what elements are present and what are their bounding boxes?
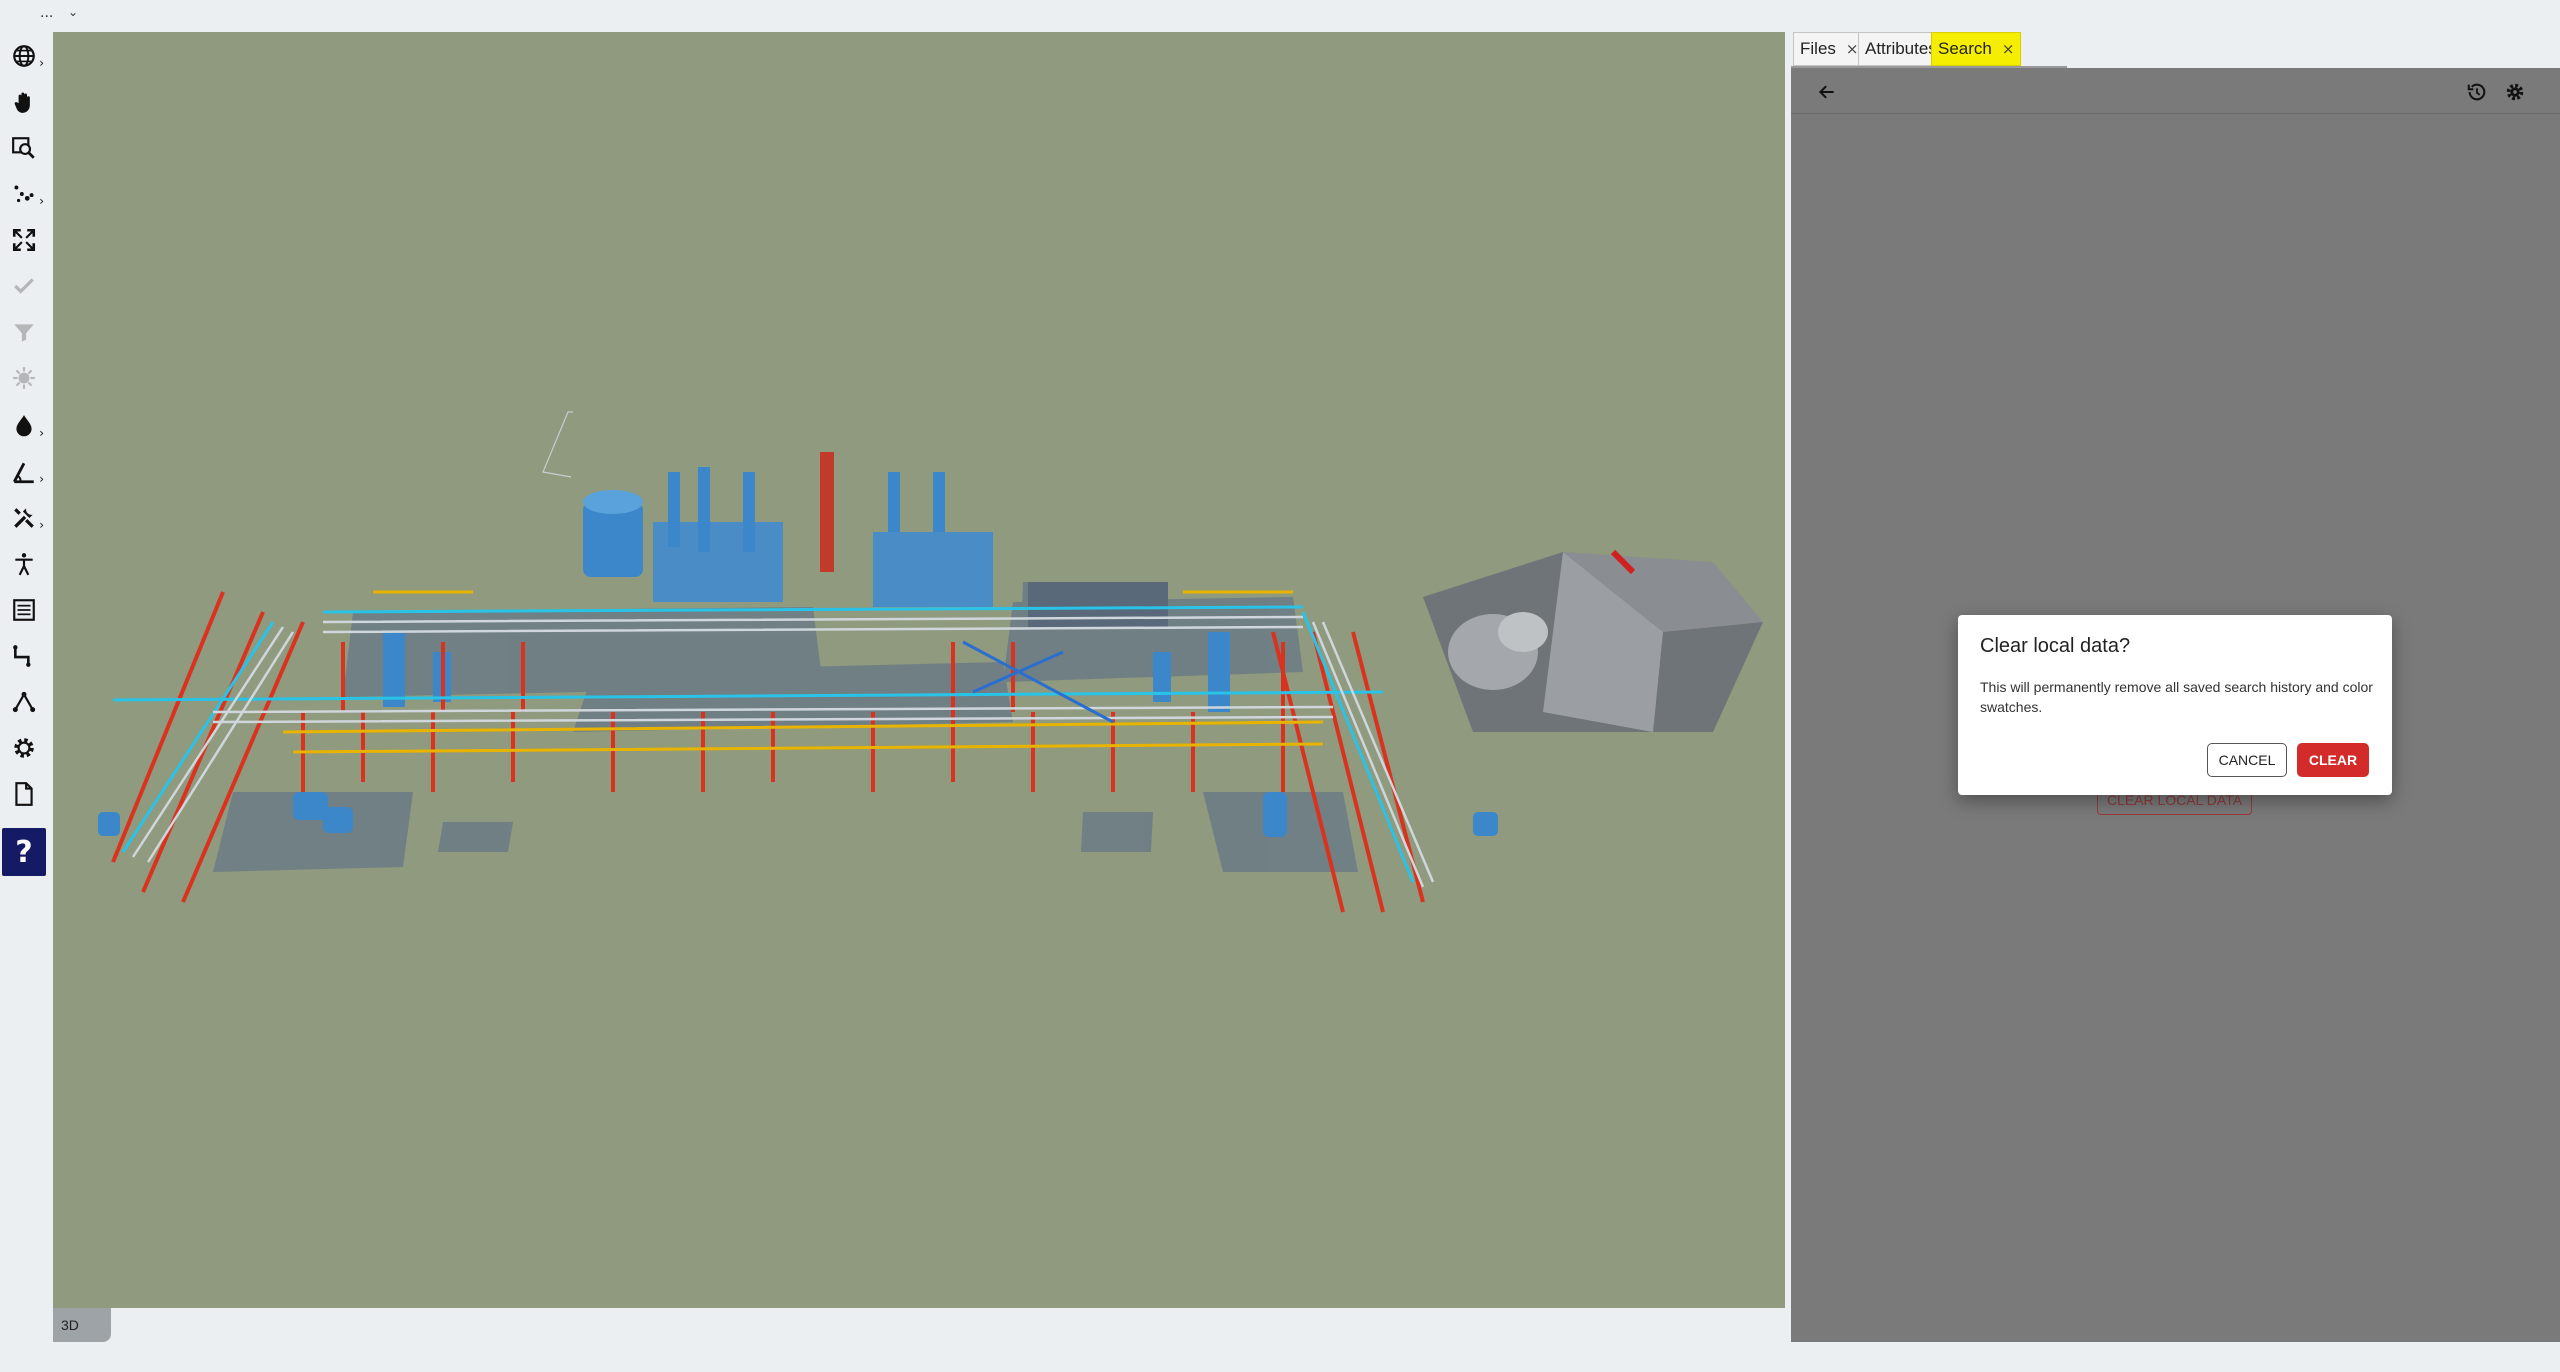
tool-filter[interactable] bbox=[4, 312, 44, 352]
globe-icon bbox=[13, 45, 35, 67]
3d-viewport[interactable] bbox=[53, 32, 1785, 1308]
status-strip bbox=[0, 1342, 2560, 1372]
tool-network[interactable] bbox=[4, 682, 44, 722]
list-icon bbox=[13, 599, 35, 621]
route-icon bbox=[13, 645, 31, 667]
panel-header bbox=[1791, 68, 2560, 114]
person-icon bbox=[15, 553, 33, 576]
history-button[interactable] bbox=[2461, 76, 2493, 108]
tool-globe[interactable]: › bbox=[4, 36, 44, 76]
submenu-chevron-icon: › bbox=[39, 426, 44, 440]
tab-search[interactable]: Search × bbox=[1931, 32, 2022, 66]
tool-starburst[interactable] bbox=[4, 358, 44, 398]
tool-fit-all[interactable] bbox=[4, 220, 44, 260]
tool-route[interactable] bbox=[4, 636, 44, 676]
help-button[interactable]: ? bbox=[2, 828, 46, 876]
tool-points[interactable]: › bbox=[4, 174, 44, 214]
panel-settings-button[interactable] bbox=[2499, 76, 2531, 108]
tools-icon bbox=[14, 508, 34, 528]
fit-all-icon bbox=[12, 228, 36, 252]
clear-button[interactable]: CLEAR bbox=[2297, 743, 2369, 777]
pan-hand-icon bbox=[14, 92, 30, 113]
tool-check[interactable] bbox=[4, 266, 44, 306]
zoom-window-icon bbox=[12, 137, 35, 159]
document-icon bbox=[15, 782, 33, 806]
submenu-chevron-icon: › bbox=[39, 472, 44, 486]
cancel-button[interactable]: CANCEL bbox=[2207, 743, 2287, 777]
tool-settings[interactable] bbox=[4, 728, 44, 768]
tool-tools[interactable]: › bbox=[4, 498, 44, 538]
gear-icon bbox=[2506, 83, 2524, 101]
back-button[interactable] bbox=[1811, 76, 1843, 108]
settings-gear-icon bbox=[14, 738, 34, 758]
top-bar: ... ⌄ bbox=[0, 0, 2560, 30]
tab-files[interactable]: Files × bbox=[1793, 32, 1866, 66]
tool-document[interactable] bbox=[4, 774, 44, 814]
tool-list[interactable] bbox=[4, 590, 44, 630]
plant-model-render[interactable] bbox=[53, 32, 1785, 1308]
filter-icon bbox=[14, 324, 34, 342]
view-mode-badge[interactable]: 3D bbox=[53, 1308, 111, 1342]
tool-color[interactable]: › bbox=[4, 406, 44, 446]
checkmark-icon bbox=[14, 278, 34, 294]
confirm-dialog: Clear local data? This will permanently … bbox=[1958, 615, 2392, 795]
panel-tabs: Files × Attributes Search × bbox=[1791, 32, 2560, 68]
tab-label: Files bbox=[1800, 39, 1836, 58]
left-toolbar: › › › › › ? bbox=[0, 32, 50, 1372]
chevron-down-icon[interactable]: ⌄ bbox=[68, 5, 78, 19]
help-label: ? bbox=[15, 834, 33, 870]
starburst-icon bbox=[13, 367, 35, 389]
history-icon bbox=[2467, 83, 2486, 101]
dialog-message: This will permanently remove all saved s… bbox=[1980, 679, 2373, 715]
close-icon[interactable]: × bbox=[1846, 40, 1859, 58]
points-icon bbox=[14, 185, 34, 203]
arrow-left-icon bbox=[1818, 85, 1834, 99]
submenu-chevron-icon: › bbox=[39, 194, 44, 208]
color-drop-icon bbox=[16, 415, 32, 437]
network-icon bbox=[12, 691, 36, 713]
overflow-menu[interactable]: ... bbox=[40, 4, 53, 22]
tab-label: Attributes bbox=[1865, 39, 1937, 58]
tool-person[interactable] bbox=[4, 544, 44, 584]
tab-label: Search bbox=[1938, 39, 1992, 58]
submenu-chevron-icon: › bbox=[39, 56, 44, 70]
submenu-chevron-icon: › bbox=[39, 518, 44, 532]
dialog-title: Clear local data? bbox=[1980, 635, 2131, 657]
measure-angle-icon bbox=[13, 462, 34, 484]
tool-pan[interactable] bbox=[4, 82, 44, 122]
tool-zoom-window[interactable] bbox=[4, 128, 44, 168]
close-icon[interactable]: × bbox=[2002, 40, 2015, 58]
tool-measure[interactable]: › bbox=[4, 452, 44, 492]
